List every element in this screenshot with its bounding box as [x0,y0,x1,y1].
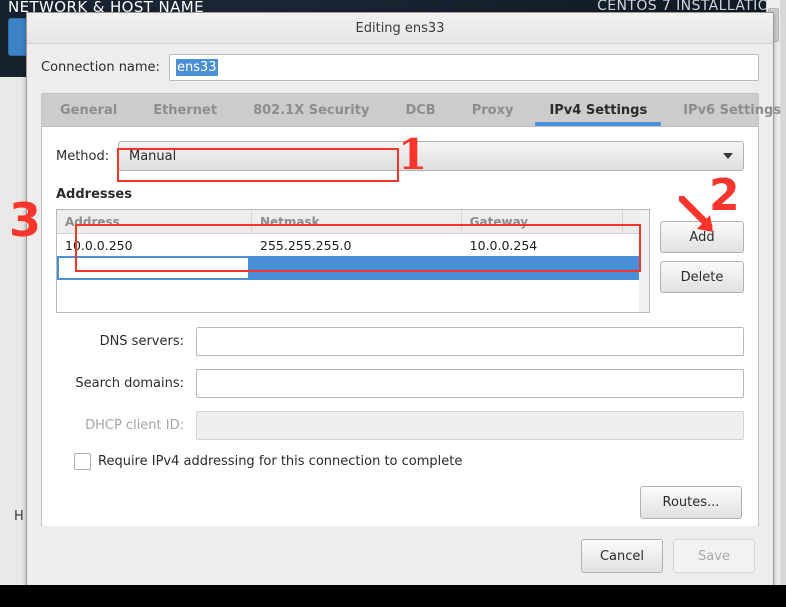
method-selected-value: Manual [129,148,177,164]
addresses-table[interactable]: Address Netmask Gateway 10.0.0.250 255.2… [56,209,650,313]
connection-name-row: Connection name: ens33 [41,54,759,81]
addresses-table-scrollbar[interactable] [639,210,649,312]
installer-right-edge [780,0,786,585]
save-button: Save [673,539,755,573]
column-header-netmask[interactable]: Netmask [252,210,462,233]
table-row[interactable]: 10.0.0.250 255.255.255.0 10.0.0.254 [57,234,649,256]
dhcp-client-id-row: DHCP client ID: [56,411,744,440]
search-domains-label: Search domains: [75,376,184,391]
method-dropdown[interactable]: Manual [118,141,744,171]
cell-gateway[interactable]: 10.0.0.254 [462,238,624,253]
tab-dcb[interactable]: DCB [387,94,453,126]
column-header-gateway[interactable]: Gateway [462,210,624,233]
edit-connection-dialog: Editing ens33 Connection name: ens33 Gen… [26,12,781,587]
add-button[interactable]: Add [660,221,744,253]
tab-general[interactable]: General [42,94,135,126]
dns-servers-label: DNS servers: [99,334,184,349]
dialog-titlebar: Editing ens33 [27,13,773,44]
tab-ethernet[interactable]: Ethernet [135,94,235,126]
method-row: Method: Manual [56,141,744,171]
require-ipv4-checkbox[interactable] [74,453,91,470]
delete-button[interactable]: Delete [660,261,744,293]
cell-address[interactable]: 10.0.0.250 [57,238,252,253]
dhcp-client-id-label: DHCP client ID: [85,418,184,433]
column-header-address[interactable]: Address [57,210,252,233]
routes-row: Routes... [56,486,744,519]
tab-bar: General Ethernet 802.1X Security DCB Pro… [42,94,781,127]
connection-name-input[interactable]: ens33 [169,54,759,81]
dialog-title: Editing ens33 [355,20,445,36]
tab-ipv4-settings[interactable]: IPv4 Settings [531,94,666,126]
dialog-body: Connection name: ens33 General Ethernet … [27,44,781,528]
chevron-down-icon [723,153,733,159]
settings-notebook: General Ethernet 802.1X Security DCB Pro… [41,93,781,528]
address-edit-input[interactable] [59,258,248,278]
tab-8021x-security[interactable]: 802.1X Security [235,94,387,126]
addresses-table-buttons: Add Delete [660,209,744,293]
require-ipv4-label: Require IPv4 addressing for this connect… [98,454,463,469]
addresses-section-label: Addresses [56,187,132,202]
dhcp-client-id-input [196,411,744,440]
ipv4-settings-page: Method: Manual Addresses Address Netmask… [42,127,758,527]
lower-fields: DNS servers: Search domains: DHCP client… [56,327,744,519]
cancel-button[interactable]: Cancel [581,539,663,573]
method-label: Method: [56,148,110,164]
dns-servers-row: DNS servers: [56,327,744,356]
installer-partial-label: H [14,509,24,524]
dns-servers-input[interactable] [196,327,744,356]
tab-ipv6-settings[interactable]: IPv6 Settings [665,94,786,126]
require-ipv4-row[interactable]: Require IPv4 addressing for this connect… [74,453,744,470]
search-domains-input[interactable] [196,369,744,398]
dialog-action-bar: Cancel Save [27,526,773,586]
cell-netmask[interactable]: 255.255.255.0 [252,238,462,253]
addresses-area: Address Netmask Gateway 10.0.0.250 255.2… [56,209,744,313]
routes-button[interactable]: Routes... [640,486,742,519]
search-domains-row: Search domains: [56,369,744,398]
connection-name-label: Connection name: [41,60,160,75]
table-row-selected[interactable] [57,256,649,280]
addresses-table-header: Address Netmask Gateway [57,210,649,234]
connection-name-value: ens33 [176,59,218,76]
screen-bottom-bar [0,585,786,607]
tab-proxy[interactable]: Proxy [454,94,532,126]
